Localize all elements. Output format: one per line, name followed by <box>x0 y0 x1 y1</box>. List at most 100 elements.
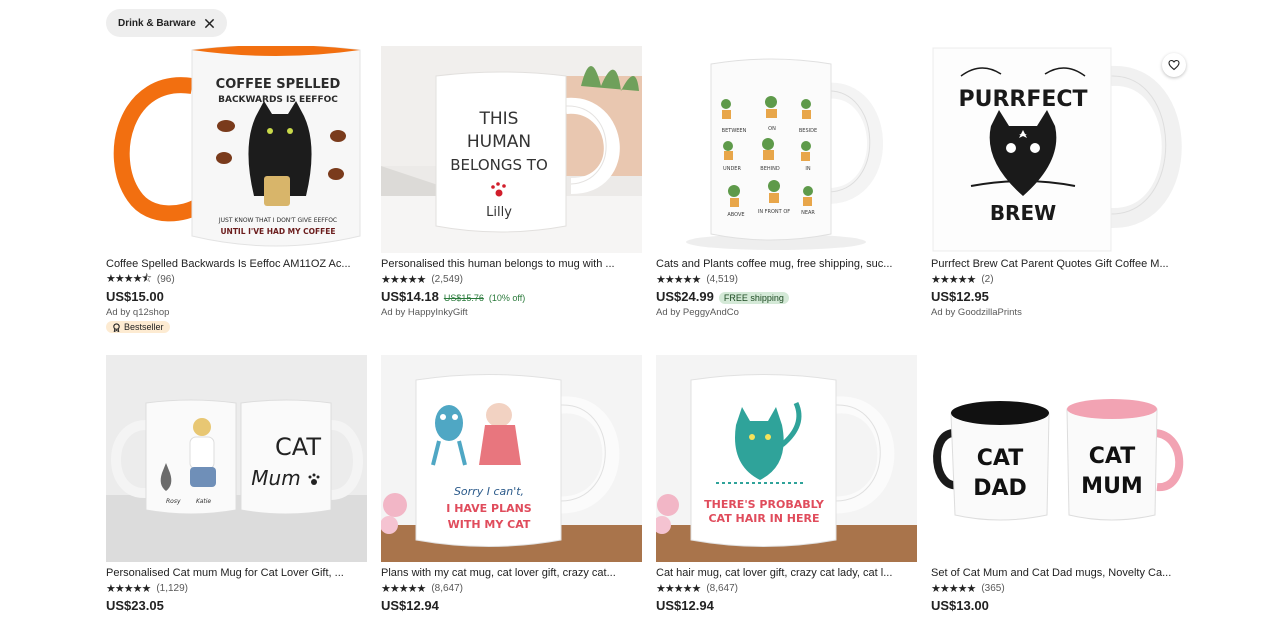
bestseller-badge: Bestseller <box>106 321 170 333</box>
price: US$23.05 <box>106 598 164 613</box>
rating: ★★★★★ (2) <box>931 273 1192 286</box>
rating: ★★★★★ (2,549) <box>381 273 642 286</box>
rating: ★★★★★ (8,647) <box>656 582 917 595</box>
mug-text: BETWEEN <box>722 128 747 134</box>
mug-text: BACKWARDS IS EEFFOC <box>218 95 338 105</box>
mug-text: BESIDE <box>799 128 817 134</box>
review-count: (2,549) <box>431 274 463 285</box>
rating: ★★★★★ (4,519) <box>656 273 917 286</box>
star-rating: ★★★★★ <box>931 583 976 595</box>
price-row: US$24.99 FREE shipping <box>656 289 917 304</box>
listing-card[interactable]: Rosy Katie CAT Mum Personalised Cat mum … <box>106 355 367 625</box>
mug-text: ON <box>768 126 776 132</box>
ad-label: Ad by HappyInkyGift <box>381 307 468 318</box>
listing-title[interactable]: Plans with my cat mug, cat lover gift, c… <box>381 566 642 580</box>
price: US$14.18 <box>381 289 439 304</box>
listing-title[interactable]: Personalised this human belongs to mug w… <box>381 257 642 271</box>
mug-text: THIS <box>479 109 519 129</box>
listing-title[interactable]: Personalised Cat mum Mug for Cat Lover G… <box>106 566 367 580</box>
listing-card[interactable]: CAT DAD CAT MUM Set of Cat Mum and Cat D… <box>931 355 1192 625</box>
mug-text: I HAVE PLANS <box>446 502 532 515</box>
price-row: US$23.05 <box>106 598 367 613</box>
ad-label: Ad by GoodzillaPrints <box>931 307 1022 318</box>
listing-title[interactable]: Cats and Plants coffee mug, free shippin… <box>656 257 917 271</box>
listing-card[interactable]: BETWEEN ON BESIDE UNDER BEHIND IN ABOVE … <box>656 46 917 355</box>
discount-label: (10% off) <box>488 293 526 303</box>
listing-title[interactable]: Cat hair mug, cat lover gift, crazy cat … <box>656 566 917 580</box>
mug-text: MUM <box>1081 474 1143 499</box>
review-count: (96) <box>156 274 175 285</box>
filter-chip-drink-barware[interactable]: Drink & Barware <box>106 9 227 37</box>
listing-image[interactable]: BETWEEN ON BESIDE UNDER BEHIND IN ABOVE … <box>656 46 917 253</box>
badge-label: Bestseller <box>124 322 164 332</box>
mug-text: WITH MY CAT <box>448 518 531 531</box>
listing-image[interactable]: CAT DAD CAT MUM <box>931 355 1192 562</box>
price-row: US$13.00 <box>931 598 1192 613</box>
price-row: US$12.94 <box>381 598 642 613</box>
review-count: (4,519) <box>706 274 738 285</box>
mug-text: UNTIL I'VE HAD MY COFFEE <box>220 227 335 236</box>
mug-text: HUMAN <box>467 132 531 152</box>
mug-text: ABOVE <box>727 212 744 218</box>
award-icon <box>113 322 120 332</box>
mug-text: CAT HAIR IN HERE <box>708 512 819 525</box>
mug-text: BELONGS TO <box>450 156 548 174</box>
mug-text: BREW <box>990 201 1056 225</box>
listing-card[interactable]: Sorry I can't, I HAVE PLANS WITH MY CAT … <box>381 355 642 625</box>
review-count: (2) <box>981 274 994 285</box>
review-count: (365) <box>981 583 1005 594</box>
listing-title[interactable]: Coffee Spelled Backwards Is Eeffoc AM11O… <box>106 257 367 271</box>
listing-card[interactable]: THIS HUMAN BELONGS TO Lilly Personalised… <box>381 46 642 355</box>
price-row: US$15.00 <box>106 289 367 304</box>
listing-title[interactable]: Purrfect Brew Cat Parent Quotes Gift Cof… <box>931 257 1192 271</box>
price: US$24.99 <box>656 289 714 304</box>
mug-text: Mum <box>251 466 300 490</box>
listing-grid: COFFEE SPELLED BACKWARDS IS EEFFOC JUST … <box>106 46 1193 625</box>
listing-image[interactable]: THIS HUMAN BELONGS TO Lilly <box>381 46 642 253</box>
mug-text: Katie <box>196 498 211 505</box>
rating: ★★★★⯪ (96) <box>106 273 367 286</box>
favorite-button[interactable] <box>1162 53 1186 77</box>
star-rating: ★★★★★ <box>106 583 151 595</box>
listing-image[interactable]: Sorry I can't, I HAVE PLANS WITH MY CAT <box>381 355 642 562</box>
mug-text: CAT <box>275 433 321 461</box>
price: US$12.95 <box>931 289 989 304</box>
ad-label: Ad by q12shop <box>106 307 170 318</box>
free-shipping-badge: FREE shipping <box>718 292 789 304</box>
price-row: US$14.18 US$15.76 (10% off) <box>381 289 642 304</box>
listing-card[interactable]: THERE'S PROBABLY CAT HAIR IN HERE Cat ha… <box>656 355 917 625</box>
mug-text: BEHIND <box>760 166 780 172</box>
rating: ★★★★★ (365) <box>931 582 1192 595</box>
listing-card[interactable]: COFFEE SPELLED BACKWARDS IS EEFFOC JUST … <box>106 46 367 355</box>
listing-card[interactable]: PURRFECT BREW Purrfect Brew Cat Parent Q… <box>931 46 1192 355</box>
price: US$12.94 <box>656 598 714 613</box>
mug-text: COFFEE SPELLED <box>216 77 341 92</box>
heart-icon <box>1168 59 1180 71</box>
review-count: (8,647) <box>431 583 463 594</box>
listing-image[interactable]: THERE'S PROBABLY CAT HAIR IN HERE <box>656 355 917 562</box>
price-row: US$12.94 <box>656 598 917 613</box>
price: US$13.00 <box>931 598 989 613</box>
review-count: (1,129) <box>156 583 188 594</box>
mug-text: IN <box>805 166 810 172</box>
star-rating: ★★★★★ <box>381 583 426 595</box>
listing-title[interactable]: Set of Cat Mum and Cat Dad mugs, Novelty… <box>931 566 1192 580</box>
mug-text: Sorry I can't, <box>454 485 524 498</box>
mug-text: THERE'S PROBABLY <box>704 498 825 511</box>
price: US$15.00 <box>106 289 164 304</box>
star-rating: ★★★★★ <box>656 274 701 286</box>
mug-text: NEAR <box>801 210 815 216</box>
star-rating: ★★★★⯪ <box>106 273 152 285</box>
rating: ★★★★★ (1,129) <box>106 582 367 595</box>
close-icon[interactable] <box>204 18 215 29</box>
listing-image[interactable]: COFFEE SPELLED BACKWARDS IS EEFFOC JUST … <box>106 46 367 253</box>
price-row: US$12.95 <box>931 289 1192 304</box>
ad-label: Ad by PeggyAndCo <box>656 307 739 318</box>
price: US$12.94 <box>381 598 439 613</box>
listing-image[interactable]: Rosy Katie CAT Mum <box>106 355 367 562</box>
star-rating: ★★★★★ <box>931 274 976 286</box>
mug-text: DAD <box>973 476 1027 501</box>
listing-image[interactable]: PURRFECT BREW <box>931 46 1192 253</box>
mug-text: JUST KNOW THAT I DON'T GIVE EEFFOC <box>218 217 337 224</box>
original-price: US$15.76 <box>443 293 484 303</box>
